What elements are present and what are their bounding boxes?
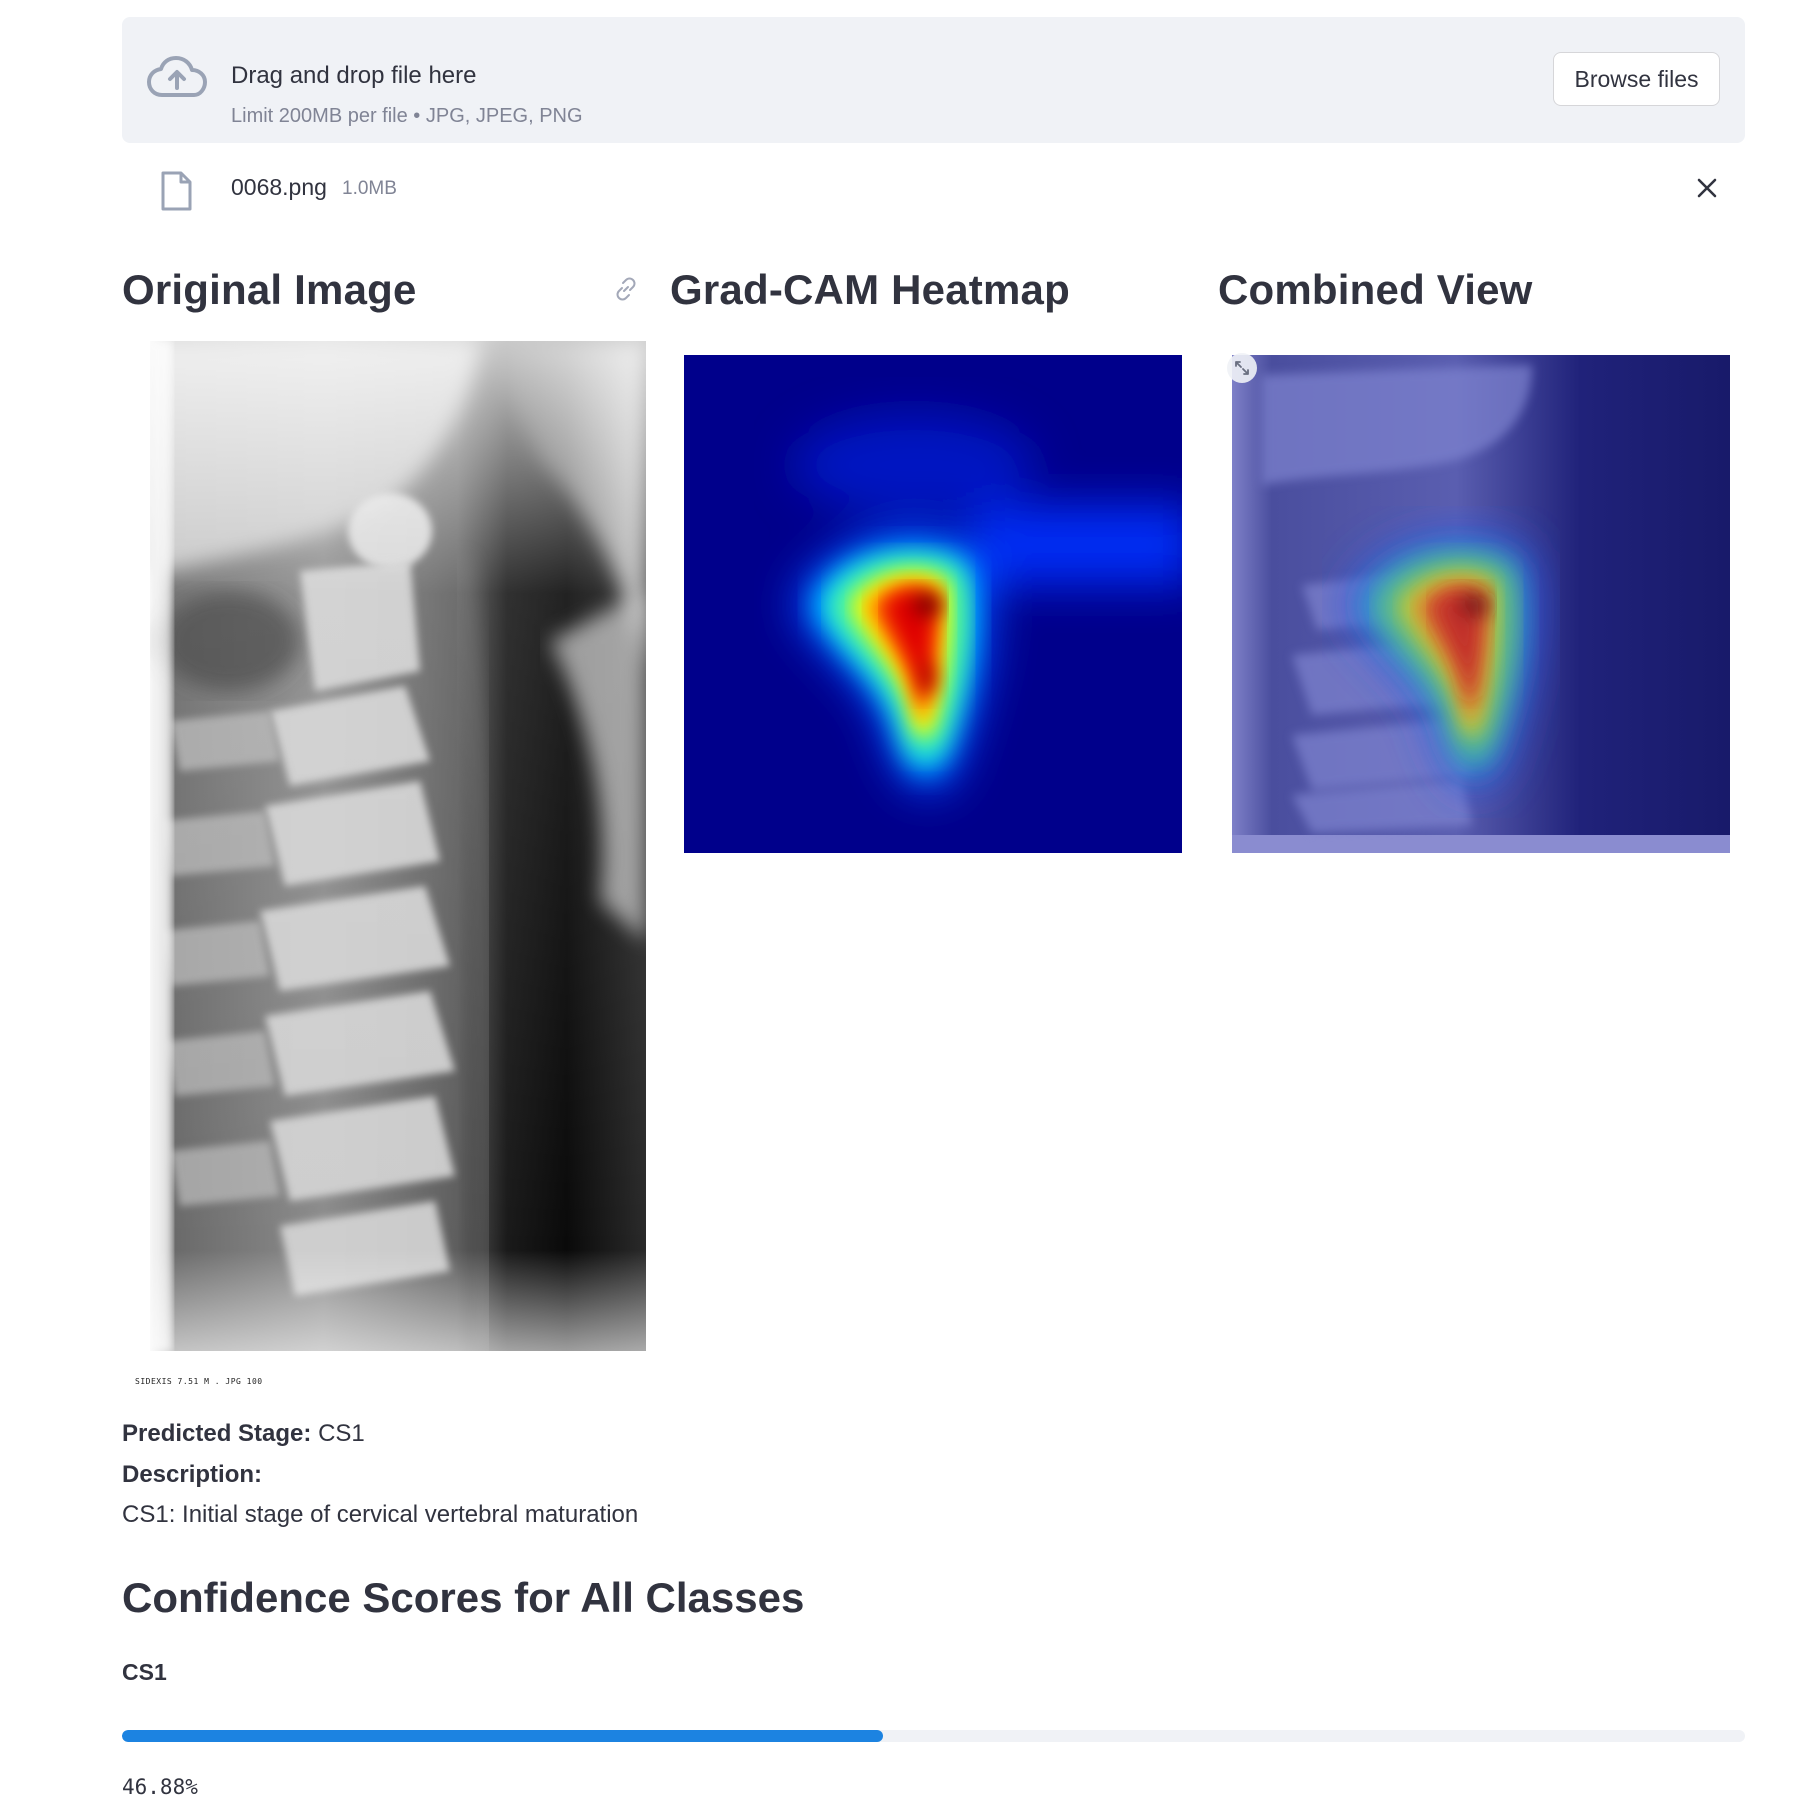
- gradcam-heatmap-heading: Grad-CAM Heatmap: [670, 266, 1070, 313]
- confidence-progress-fill: [122, 1730, 883, 1742]
- file-icon: [161, 171, 192, 211]
- close-icon[interactable]: [1693, 174, 1721, 202]
- gradcam-heatmap-image: [684, 355, 1182, 853]
- file-dropzone[interactable]: Drag and drop file here Limit 200MB per …: [122, 17, 1745, 143]
- uploaded-file-row: 0068.png 1.0MB: [122, 165, 1745, 215]
- predicted-stage: Predicted Stage: CS1: [122, 1420, 365, 1448]
- predicted-stage-value: CS1: [318, 1420, 365, 1447]
- confidence-percent: 46.88%: [122, 1775, 198, 1799]
- combined-view-image: [1232, 355, 1730, 853]
- uploaded-file-size: 1.0MB: [342, 178, 397, 199]
- dropzone-title: Drag and drop file here: [231, 62, 477, 89]
- class-label: CS1: [122, 1659, 167, 1685]
- combined-view-heading: Combined View: [1218, 266, 1533, 313]
- original-image-heading: Original Image: [122, 266, 417, 313]
- confidence-scores-heading: Confidence Scores for All Classes: [122, 1574, 805, 1621]
- link-icon[interactable]: [613, 276, 639, 302]
- uploaded-file-name: 0068.png: [231, 174, 327, 200]
- original-xray-image: [150, 341, 646, 1351]
- description-text: CS1: Initial stage of cervical vertebral…: [122, 1501, 639, 1528]
- confidence-progress-bar: [122, 1730, 1745, 1742]
- app-page: Drag and drop file here Limit 200MB per …: [0, 0, 1805, 1801]
- cloud-upload-icon: [147, 56, 207, 97]
- dropzone-subtitle: Limit 200MB per file • JPG, JPEG, PNG: [231, 105, 583, 127]
- browse-files-button[interactable]: Browse files: [1553, 52, 1720, 106]
- xray-caption-strip: SIDEXIS 7.51 M . JPG 100: [135, 1377, 263, 1386]
- fullscreen-icon[interactable]: [1226, 352, 1258, 384]
- predicted-stage-label: Predicted Stage:: [122, 1420, 312, 1447]
- description-label: Description:: [122, 1461, 263, 1488]
